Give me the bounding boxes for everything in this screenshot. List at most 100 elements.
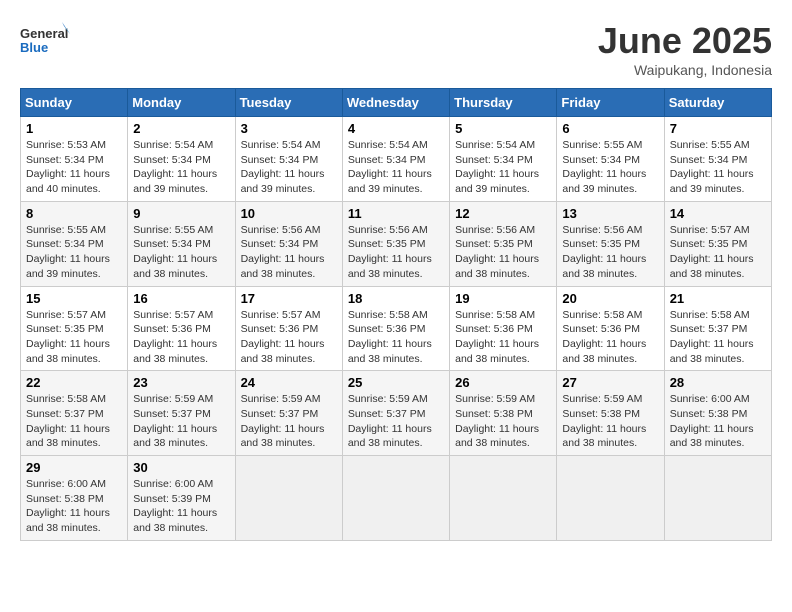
svg-text:General: General xyxy=(20,26,68,41)
day-number: 11 xyxy=(348,206,444,221)
header-monday: Monday xyxy=(128,89,235,117)
calendar-header: Sunday Monday Tuesday Wednesday Thursday… xyxy=(21,89,772,117)
day-number: 14 xyxy=(670,206,766,221)
header-sunday: Sunday xyxy=(21,89,128,117)
table-row: 21 Sunrise: 5:58 AM Sunset: 5:37 PM Dayl… xyxy=(664,286,771,371)
day-number: 4 xyxy=(348,121,444,136)
day-number: 24 xyxy=(241,375,337,390)
table-row: 29 Sunrise: 6:00 AM Sunset: 5:38 PM Dayl… xyxy=(21,456,128,541)
day-info: Sunrise: 5:53 AM Sunset: 5:34 PM Dayligh… xyxy=(26,138,122,197)
header-tuesday: Tuesday xyxy=(235,89,342,117)
table-row: 12 Sunrise: 5:56 AM Sunset: 5:35 PM Dayl… xyxy=(450,201,557,286)
table-row xyxy=(235,456,342,541)
table-row: 27 Sunrise: 5:59 AM Sunset: 5:38 PM Dayl… xyxy=(557,371,664,456)
day-info: Sunrise: 5:57 AM Sunset: 5:35 PM Dayligh… xyxy=(670,223,766,282)
day-info: Sunrise: 5:58 AM Sunset: 5:37 PM Dayligh… xyxy=(670,308,766,367)
table-row: 1 Sunrise: 5:53 AM Sunset: 5:34 PM Dayli… xyxy=(21,117,128,202)
day-number: 30 xyxy=(133,460,229,475)
day-number: 3 xyxy=(241,121,337,136)
table-row xyxy=(342,456,449,541)
table-row: 10 Sunrise: 5:56 AM Sunset: 5:34 PM Dayl… xyxy=(235,201,342,286)
logo-svg: General Blue xyxy=(20,20,70,64)
table-row xyxy=(557,456,664,541)
table-row: 2 Sunrise: 5:54 AM Sunset: 5:34 PM Dayli… xyxy=(128,117,235,202)
table-row: 14 Sunrise: 5:57 AM Sunset: 5:35 PM Dayl… xyxy=(664,201,771,286)
day-info: Sunrise: 6:00 AM Sunset: 5:38 PM Dayligh… xyxy=(670,392,766,451)
day-number: 6 xyxy=(562,121,658,136)
table-row: 13 Sunrise: 5:56 AM Sunset: 5:35 PM Dayl… xyxy=(557,201,664,286)
table-row: 9 Sunrise: 5:55 AM Sunset: 5:34 PM Dayli… xyxy=(128,201,235,286)
svg-text:Blue: Blue xyxy=(20,40,48,55)
table-row: 18 Sunrise: 5:58 AM Sunset: 5:36 PM Dayl… xyxy=(342,286,449,371)
header-thursday: Thursday xyxy=(450,89,557,117)
day-info: Sunrise: 5:56 AM Sunset: 5:35 PM Dayligh… xyxy=(562,223,658,282)
day-info: Sunrise: 6:00 AM Sunset: 5:38 PM Dayligh… xyxy=(26,477,122,536)
header-saturday: Saturday xyxy=(664,89,771,117)
day-number: 29 xyxy=(26,460,122,475)
day-number: 17 xyxy=(241,291,337,306)
table-row: 17 Sunrise: 5:57 AM Sunset: 5:36 PM Dayl… xyxy=(235,286,342,371)
day-number: 20 xyxy=(562,291,658,306)
day-number: 5 xyxy=(455,121,551,136)
day-info: Sunrise: 5:58 AM Sunset: 5:37 PM Dayligh… xyxy=(26,392,122,451)
table-row: 20 Sunrise: 5:58 AM Sunset: 5:36 PM Dayl… xyxy=(557,286,664,371)
day-number: 1 xyxy=(26,121,122,136)
day-number: 13 xyxy=(562,206,658,221)
weekday-header-row: Sunday Monday Tuesday Wednesday Thursday… xyxy=(21,89,772,117)
table-row: 28 Sunrise: 6:00 AM Sunset: 5:38 PM Dayl… xyxy=(664,371,771,456)
table-row: 3 Sunrise: 5:54 AM Sunset: 5:34 PM Dayli… xyxy=(235,117,342,202)
page-header: General Blue June 2025 Waipukang, Indone… xyxy=(20,20,772,78)
table-row: 5 Sunrise: 5:54 AM Sunset: 5:34 PM Dayli… xyxy=(450,117,557,202)
day-info: Sunrise: 5:59 AM Sunset: 5:38 PM Dayligh… xyxy=(562,392,658,451)
day-info: Sunrise: 5:55 AM Sunset: 5:34 PM Dayligh… xyxy=(562,138,658,197)
table-row: 26 Sunrise: 5:59 AM Sunset: 5:38 PM Dayl… xyxy=(450,371,557,456)
day-number: 26 xyxy=(455,375,551,390)
day-info: Sunrise: 5:56 AM Sunset: 5:35 PM Dayligh… xyxy=(348,223,444,282)
day-number: 19 xyxy=(455,291,551,306)
day-info: Sunrise: 5:54 AM Sunset: 5:34 PM Dayligh… xyxy=(455,138,551,197)
day-number: 10 xyxy=(241,206,337,221)
day-info: Sunrise: 5:59 AM Sunset: 5:37 PM Dayligh… xyxy=(133,392,229,451)
day-info: Sunrise: 5:58 AM Sunset: 5:36 PM Dayligh… xyxy=(455,308,551,367)
table-row: 4 Sunrise: 5:54 AM Sunset: 5:34 PM Dayli… xyxy=(342,117,449,202)
calendar-table: Sunday Monday Tuesday Wednesday Thursday… xyxy=(20,88,772,541)
day-info: Sunrise: 5:58 AM Sunset: 5:36 PM Dayligh… xyxy=(348,308,444,367)
table-row: 8 Sunrise: 5:55 AM Sunset: 5:34 PM Dayli… xyxy=(21,201,128,286)
table-row: 11 Sunrise: 5:56 AM Sunset: 5:35 PM Dayl… xyxy=(342,201,449,286)
day-number: 2 xyxy=(133,121,229,136)
day-info: Sunrise: 5:59 AM Sunset: 5:37 PM Dayligh… xyxy=(241,392,337,451)
day-number: 18 xyxy=(348,291,444,306)
table-row xyxy=(450,456,557,541)
logo: General Blue xyxy=(20,20,70,64)
table-row xyxy=(664,456,771,541)
day-number: 23 xyxy=(133,375,229,390)
day-info: Sunrise: 5:54 AM Sunset: 5:34 PM Dayligh… xyxy=(348,138,444,197)
header-friday: Friday xyxy=(557,89,664,117)
day-info: Sunrise: 5:57 AM Sunset: 5:36 PM Dayligh… xyxy=(241,308,337,367)
table-row: 19 Sunrise: 5:58 AM Sunset: 5:36 PM Dayl… xyxy=(450,286,557,371)
header-wednesday: Wednesday xyxy=(342,89,449,117)
location: Waipukang, Indonesia xyxy=(598,62,772,78)
day-number: 9 xyxy=(133,206,229,221)
day-info: Sunrise: 6:00 AM Sunset: 5:39 PM Dayligh… xyxy=(133,477,229,536)
day-number: 27 xyxy=(562,375,658,390)
day-info: Sunrise: 5:55 AM Sunset: 5:34 PM Dayligh… xyxy=(26,223,122,282)
day-number: 21 xyxy=(670,291,766,306)
day-number: 22 xyxy=(26,375,122,390)
day-number: 28 xyxy=(670,375,766,390)
day-info: Sunrise: 5:54 AM Sunset: 5:34 PM Dayligh… xyxy=(241,138,337,197)
table-row: 24 Sunrise: 5:59 AM Sunset: 5:37 PM Dayl… xyxy=(235,371,342,456)
title-block: June 2025 Waipukang, Indonesia xyxy=(598,20,772,78)
month-title: June 2025 xyxy=(598,20,772,62)
calendar-body: 1 Sunrise: 5:53 AM Sunset: 5:34 PM Dayli… xyxy=(21,117,772,541)
table-row: 16 Sunrise: 5:57 AM Sunset: 5:36 PM Dayl… xyxy=(128,286,235,371)
day-number: 15 xyxy=(26,291,122,306)
day-info: Sunrise: 5:55 AM Sunset: 5:34 PM Dayligh… xyxy=(670,138,766,197)
table-row: 22 Sunrise: 5:58 AM Sunset: 5:37 PM Dayl… xyxy=(21,371,128,456)
day-info: Sunrise: 5:56 AM Sunset: 5:34 PM Dayligh… xyxy=(241,223,337,282)
day-number: 25 xyxy=(348,375,444,390)
day-number: 7 xyxy=(670,121,766,136)
day-info: Sunrise: 5:57 AM Sunset: 5:35 PM Dayligh… xyxy=(26,308,122,367)
day-number: 16 xyxy=(133,291,229,306)
day-info: Sunrise: 5:59 AM Sunset: 5:37 PM Dayligh… xyxy=(348,392,444,451)
